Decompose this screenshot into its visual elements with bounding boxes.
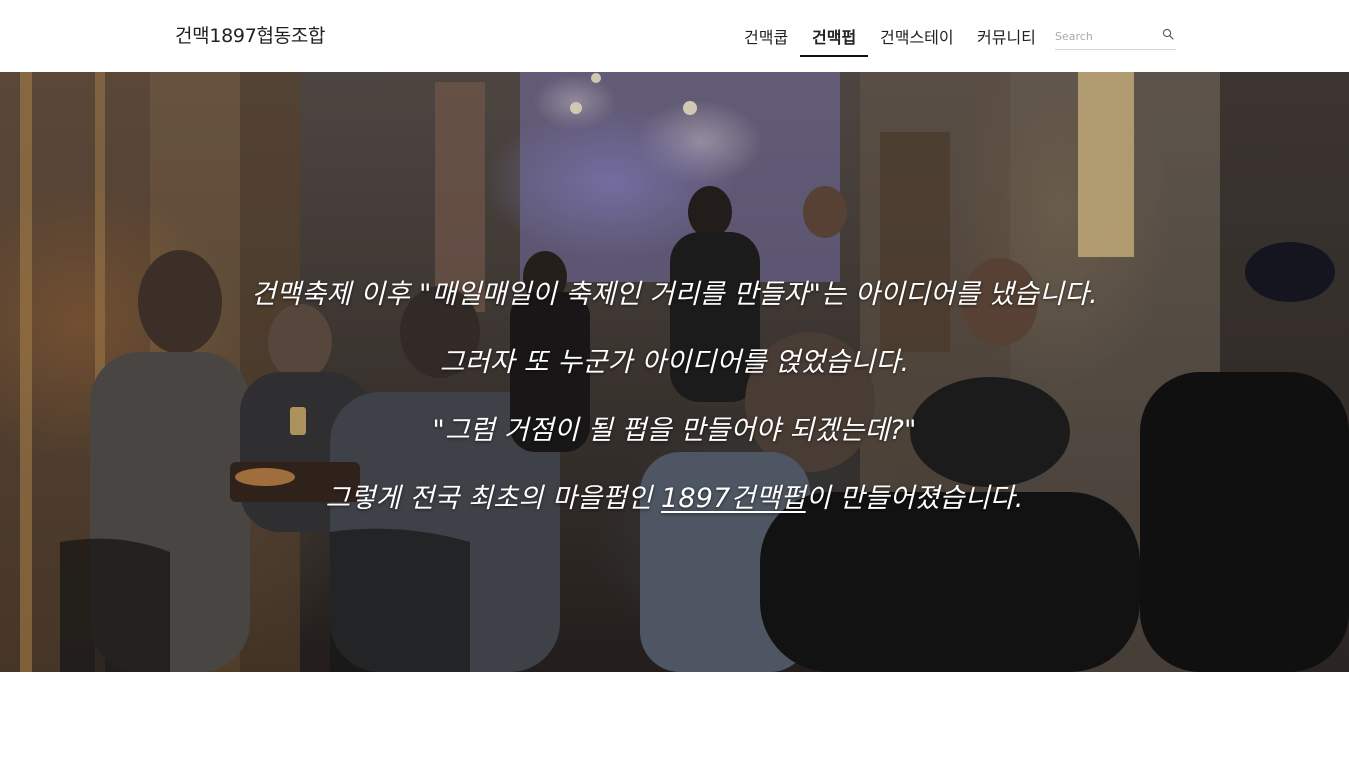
content-area <box>0 672 1349 761</box>
hero-line-4-suffix: 이 만들어졌습니다. <box>805 483 1024 514</box>
pub-link[interactable]: 1897건맥펍 <box>661 483 806 514</box>
nav-item-community[interactable]: 커뮤니티 <box>977 24 1036 57</box>
search-input[interactable] <box>1055 26 1155 46</box>
hero-line-4-prefix: 그렇게 전국 최초의 마을펍인 <box>325 483 662 514</box>
nav-item-pub[interactable]: 건맥펍 <box>800 24 869 57</box>
site-logo[interactable]: 건맥1897협동조합 <box>175 21 326 48</box>
search-box <box>1055 24 1176 50</box>
hero-banner: 건맥축제 이후 "매일매일이 축제인 거리를 만들자"는 아이디어를 냈습니다.… <box>0 72 1349 672</box>
hero-line-1: 건맥축제 이후 "매일매일이 축제인 거리를 만들자"는 아이디어를 냈습니다. <box>251 279 1098 310</box>
search-icon[interactable] <box>1162 28 1174 40</box>
nav-item-pub-label: 건맥펍 <box>812 28 857 47</box>
nav-item-coop[interactable]: 건맥쿱 <box>744 24 788 57</box>
active-nav-underline <box>800 55 869 57</box>
site-header: 건맥1897협동조합 건맥쿱 건맥펍 건맥스테이 커뮤니티 <box>0 0 1349 72</box>
hero-line-3: "그럼 거점이 될 펍을 만들어야 되겠는데?" <box>432 415 917 446</box>
hero-line-4: 그렇게 전국 최초의 마을펍인 1897건맥펍이 만들어졌습니다. <box>0 476 1349 515</box>
nav-item-stay[interactable]: 건맥스테이 <box>880 24 954 57</box>
hero-line-2: 그러자 또 누군가 아이디어를 얹었습니다. <box>439 347 910 378</box>
